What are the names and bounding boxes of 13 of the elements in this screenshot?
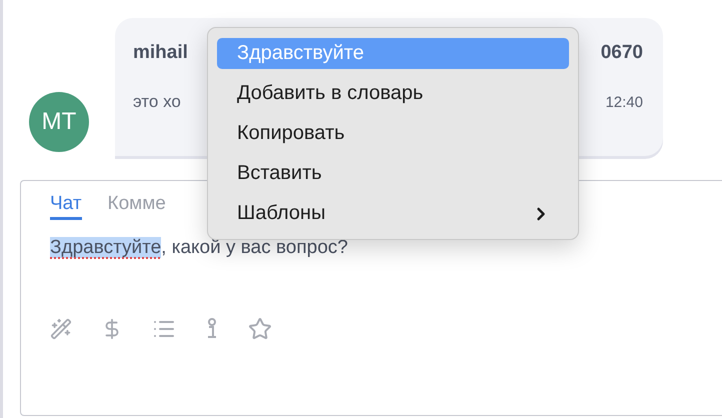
star-icon[interactable] (248, 317, 272, 341)
sender-name-tail: 0670 (600, 42, 643, 64)
magic-wand-icon[interactable] (50, 318, 72, 340)
message-input[interactable]: Здравстуйте, какой у вас вопрос? (50, 237, 722, 259)
message-text: это хо (133, 92, 181, 112)
composer-tab[interactable]: Чат (50, 193, 82, 220)
menu-item[interactable]: Копировать (217, 118, 569, 149)
menu-item[interactable]: Шаблоны (217, 198, 569, 229)
message-time: 12:40 (605, 94, 643, 111)
sender-name: mihail (133, 42, 188, 64)
menu-item[interactable]: Добавить в словарь (217, 78, 569, 109)
avatar: MT (29, 92, 89, 152)
info-icon[interactable] (205, 317, 219, 341)
